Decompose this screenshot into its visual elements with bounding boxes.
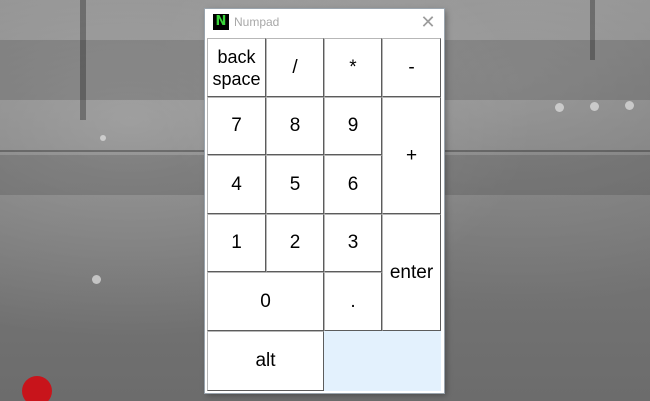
background-spot (92, 275, 101, 284)
eight-key[interactable]: 8 (266, 97, 324, 155)
numpad-window: N Numpad ✕ back space / * - 7 8 9 + 4 5 … (205, 9, 444, 393)
nine-key[interactable]: 9 (324, 97, 382, 155)
background-porthole (590, 102, 599, 111)
two-key[interactable]: 2 (266, 214, 324, 272)
enter-key[interactable]: enter (382, 214, 441, 331)
numpad-grid: back space / * - 7 8 9 + 4 5 6 1 2 3 ent… (207, 38, 441, 391)
four-key[interactable]: 4 (207, 155, 266, 214)
background-mast (590, 0, 595, 60)
three-key[interactable]: 3 (324, 214, 382, 272)
plus-key[interactable]: + (382, 97, 441, 214)
minus-key[interactable]: - (382, 38, 441, 97)
background-porthole (555, 103, 564, 112)
window-title: Numpad (234, 15, 280, 29)
desktop-background: N Numpad ✕ back space / * - 7 8 9 + 4 5 … (0, 0, 650, 401)
zero-key[interactable]: 0 (207, 272, 324, 331)
one-key[interactable]: 1 (207, 214, 266, 272)
background-porthole (625, 101, 634, 110)
numpad-app-icon: N (213, 14, 229, 30)
five-key[interactable]: 5 (266, 155, 324, 214)
multiply-key[interactable]: * (324, 38, 382, 97)
background-rivet (100, 135, 106, 141)
alt-key[interactable]: alt (207, 331, 324, 391)
background-mast (80, 0, 86, 120)
background-red-object (22, 376, 52, 401)
decimal-key[interactable]: . (324, 272, 382, 331)
backspace-key[interactable]: back space (207, 38, 266, 97)
divide-key[interactable]: / (266, 38, 324, 97)
close-button[interactable]: ✕ (418, 12, 438, 32)
six-key[interactable]: 6 (324, 155, 382, 214)
title-bar[interactable]: N Numpad ✕ (205, 9, 444, 36)
seven-key[interactable]: 7 (207, 97, 266, 155)
